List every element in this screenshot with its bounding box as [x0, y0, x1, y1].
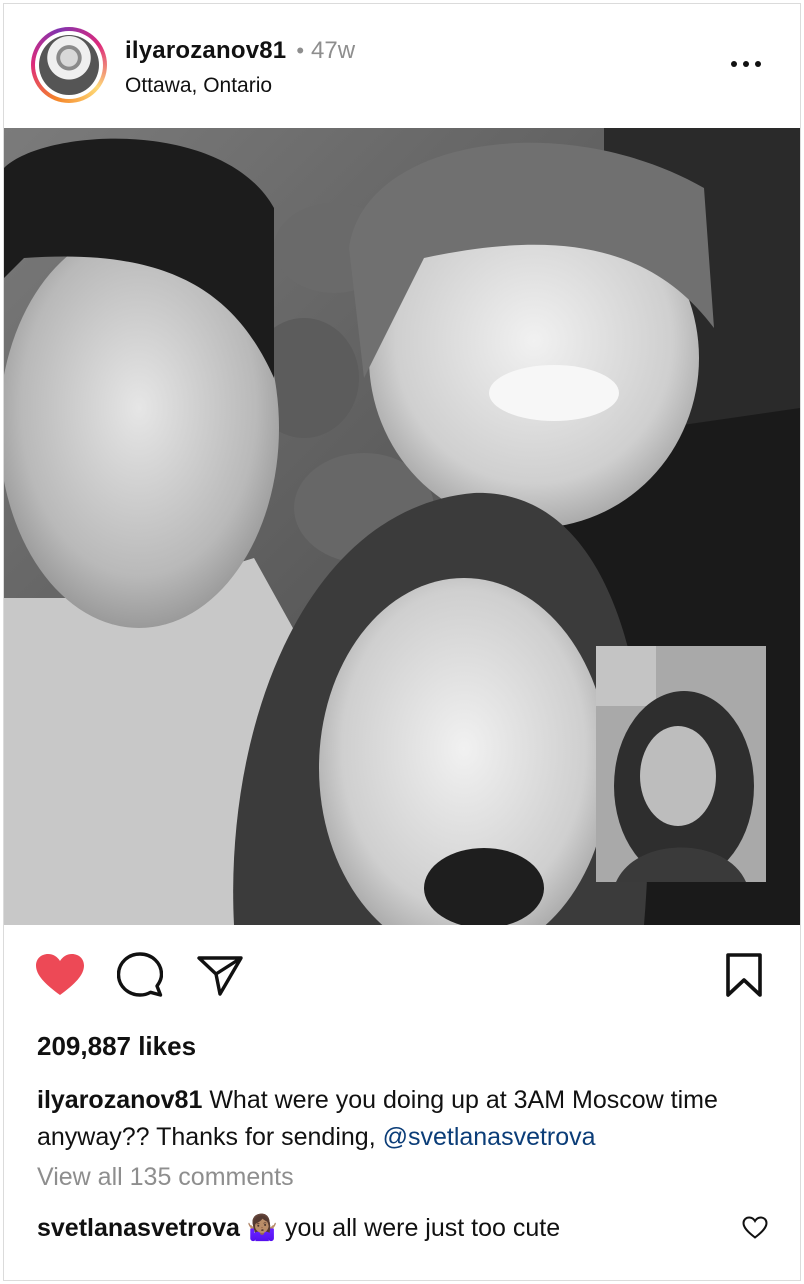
view-all-comments-link[interactable]: View all 135 comments: [37, 1163, 294, 1192]
comment-emoji: 🤷🏽‍♀️: [246, 1214, 278, 1242]
post-location[interactable]: Ottawa, Ontario: [125, 74, 272, 98]
small-heart-icon: [742, 1216, 768, 1239]
more-options-button[interactable]: [726, 52, 766, 76]
separator-dot: •: [296, 38, 305, 63]
comment-button[interactable]: [116, 951, 164, 999]
comment-like-button[interactable]: [742, 1216, 772, 1244]
avatar[interactable]: [31, 27, 107, 103]
post-username[interactable]: ilyarozanov81: [125, 37, 286, 65]
more-dot: [731, 61, 737, 67]
inset-illustration: [596, 646, 766, 882]
bookmark-icon: [726, 953, 762, 997]
more-dot: [743, 61, 749, 67]
likes-count[interactable]: 209,887 likes: [37, 1031, 196, 1062]
post-header: ilyarozanov81 • 47w Ottawa, Ontario: [4, 4, 800, 128]
post-photo[interactable]: [4, 128, 800, 925]
more-dot: [755, 61, 761, 67]
caption-username[interactable]: ilyarozanov81: [37, 1086, 202, 1114]
heart-icon: [36, 954, 84, 995]
post-age[interactable]: 47w: [311, 37, 355, 65]
share-button[interactable]: [196, 951, 244, 999]
comment-icon: [117, 952, 163, 997]
save-button[interactable]: [720, 951, 768, 999]
top-comment: svetlanasvetrova 🤷🏽‍♀️ you all were just…: [37, 1214, 560, 1243]
comment-text: you all were just too cute: [284, 1214, 561, 1242]
share-icon: [197, 956, 243, 996]
post-card: ilyarozanov81 • 47w Ottawa, Ontario 209,…: [3, 3, 801, 1281]
action-bar: [4, 925, 800, 1025]
avatar-image: [39, 35, 99, 95]
caption-mention[interactable]: @svetlanasvetrova: [383, 1123, 596, 1151]
like-button[interactable]: [34, 951, 86, 999]
comment-username[interactable]: svetlanasvetrova: [37, 1214, 240, 1242]
video-call-inset: [596, 646, 766, 882]
post-caption: ilyarozanov81 What were you doing up at …: [37, 1082, 777, 1156]
